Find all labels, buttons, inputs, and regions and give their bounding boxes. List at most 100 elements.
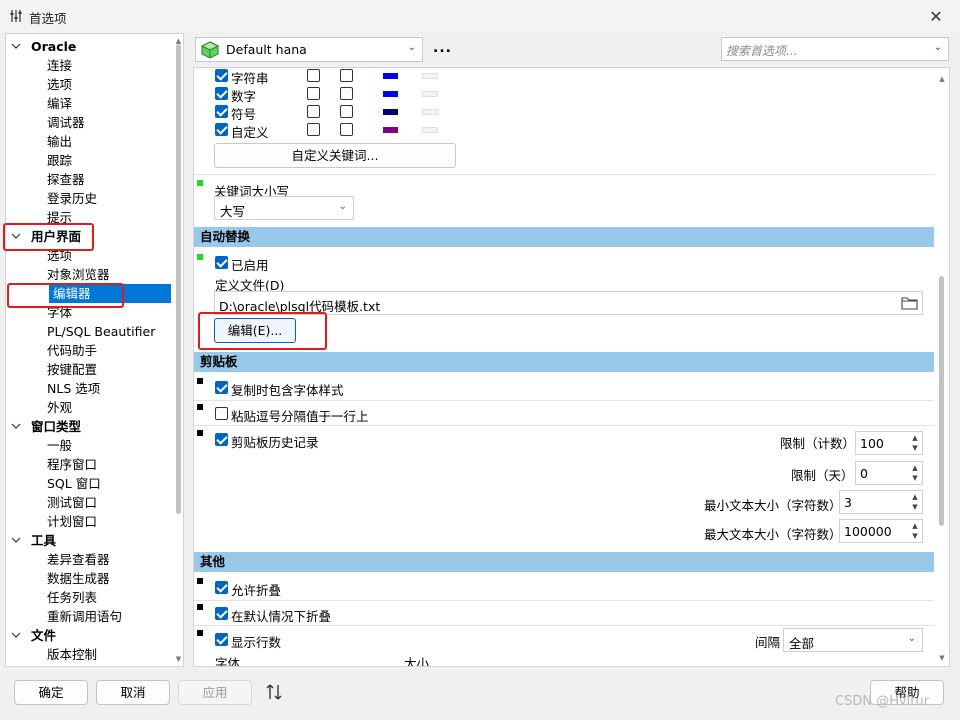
tree-item[interactable]: 编辑器 [49,284,171,303]
chevron-down-icon[interactable] [11,227,21,246]
italic-checkbox[interactable] [340,87,353,100]
tree-category[interactable]: 窗口类型 [11,417,81,436]
text-color-swatch[interactable] [383,109,398,115]
autoreplace-enabled-checkbox[interactable] [215,256,228,269]
tree-item[interactable]: NLS 选项 [47,379,100,398]
step-up-icon[interactable]: ▲ [910,433,920,443]
ok-button[interactable]: 确定 [14,680,88,705]
sort-icon[interactable] [264,682,284,702]
syntax-enable-checkbox[interactable] [215,69,228,82]
tree-item[interactable]: 编译 [47,94,72,113]
tree-category[interactable]: 工具 [11,531,56,550]
tree-item[interactable]: PL/SQL Beautifier [47,322,155,341]
tree-item[interactable]: 连接 [47,56,72,75]
tree-category[interactable]: 文件 [11,626,56,645]
include-font-checkbox[interactable] [215,381,228,394]
tree-item[interactable]: 任务列表 [47,588,97,607]
min-size-stepper[interactable]: 3 ▲ ▼ [839,490,923,514]
show-line-numbers-checkbox[interactable] [215,633,228,646]
panel-scrollbar[interactable]: ▲ ▼ [935,68,949,666]
tree-item[interactable]: 数据生成器 [47,569,110,588]
scroll-down-icon[interactable]: ▼ [173,654,183,664]
step-up-icon[interactable]: ▲ [910,463,920,473]
italic-checkbox[interactable] [340,123,353,136]
step-down-icon[interactable]: ▼ [910,531,920,541]
step-up-icon[interactable]: ▲ [910,492,920,502]
more-button[interactable]: ... [433,40,452,56]
close-icon[interactable]: ✕ [920,4,952,28]
search-input[interactable]: 搜索首选项... ⌄ [721,37,949,61]
tree-item[interactable]: 程序窗口 [47,455,97,474]
tree-item[interactable]: 调试器 [47,113,85,132]
tree-scrollbar[interactable]: ▲ ▼ [173,34,183,666]
scroll-up-icon[interactable]: ▲ [937,74,947,84]
tree-item[interactable]: 提示 [47,208,72,227]
syntax-enable-checkbox[interactable] [215,123,228,136]
tree-item[interactable]: 版本控制 [47,645,97,664]
tree-item[interactable]: 跟踪 [47,151,72,170]
tree-scroll-thumb[interactable] [176,44,181,514]
apply-button[interactable]: 应用 [178,680,252,705]
bold-checkbox[interactable] [307,123,320,136]
tree-item[interactable]: 对象浏览器 [47,265,110,284]
step-up-icon[interactable]: ▲ [910,521,920,531]
background-color-swatch[interactable] [422,127,438,133]
tree-category[interactable]: Oracle [11,37,76,56]
tree-item[interactable]: 外观 [47,398,72,417]
profile-select[interactable]: Default hana ⌄ [195,37,423,62]
chevron-down-icon[interactable] [11,531,21,550]
tree-item[interactable]: 字体 [47,303,72,322]
limit-count-stepper[interactable]: 100 ▲ ▼ [855,431,923,455]
step-down-icon[interactable]: ▼ [910,473,920,483]
tree-item[interactable]: 选项 [47,246,72,265]
custom-keywords-button[interactable]: 自定义关键词... [214,143,456,168]
bold-checkbox[interactable] [307,69,320,82]
italic-checkbox[interactable] [340,105,353,118]
tree-item[interactable]: SQL 窗口 [47,474,101,493]
scroll-down-icon[interactable]: ▼ [937,653,947,663]
tree-item[interactable]: 按键配置 [47,360,97,379]
tree-item[interactable]: 差异查看器 [47,550,110,569]
definition-file-input[interactable]: D:\oracle\plsql代码模板.txt [214,291,923,315]
category-tree[interactable]: Oracle 连接 选项 编译 调试器 输出 跟踪 探查器 登录历史 提示 用户界面 选项 对象浏览器编… [5,33,184,667]
folder-icon[interactable] [901,296,918,310]
text-color-swatch[interactable] [383,91,398,97]
tree-item[interactable]: 代码助手 [47,341,97,360]
chevron-down-icon[interactable] [11,37,21,56]
keyword-case-select[interactable]: 大写 ⌄ [214,196,354,220]
syntax-enable-checkbox[interactable] [215,105,228,118]
syntax-enable-checkbox[interactable] [215,87,228,100]
chevron-down-icon[interactable] [11,626,21,645]
bold-checkbox[interactable] [307,87,320,100]
tree-item[interactable]: 选项 [47,75,72,94]
text-color-swatch[interactable] [383,127,398,133]
cancel-button[interactable]: 取消 [96,680,170,705]
tree-item[interactable]: 登录历史 [47,189,97,208]
tree-item[interactable]: 重新调用语句 [47,607,122,626]
font-label: 字体 [215,656,241,667]
background-color-swatch[interactable] [422,73,438,79]
step-down-icon[interactable]: ▼ [910,443,920,453]
limit-days-stepper[interactable]: 0 ▲ ▼ [855,461,923,485]
tree-item[interactable]: 探查器 [47,170,85,189]
clipboard-history-checkbox[interactable] [215,433,228,446]
interval-select[interactable]: 全部 ⌄ [783,628,923,652]
chevron-down-icon[interactable] [11,417,21,436]
panel-scroll-thumb[interactable] [939,276,944,526]
tree-item[interactable]: 一般 [47,436,72,455]
text-color-swatch[interactable] [383,73,398,79]
step-down-icon[interactable]: ▼ [910,502,920,512]
max-size-stepper[interactable]: 100000 ▲ ▼ [839,519,923,543]
italic-checkbox[interactable] [340,69,353,82]
tree-category[interactable]: 用户界面 [11,227,81,246]
edit-template-button[interactable]: 编辑(E)... [214,318,296,343]
allow-fold-checkbox[interactable] [215,581,228,594]
tree-item[interactable]: 计划窗口 [47,512,97,531]
default-fold-checkbox[interactable] [215,607,228,620]
tree-item[interactable]: 输出 [47,132,72,151]
paste-comma-checkbox[interactable] [215,407,228,420]
bold-checkbox[interactable] [307,105,320,118]
background-color-swatch[interactable] [422,91,438,97]
tree-item[interactable]: 测试窗口 [47,493,97,512]
background-color-swatch[interactable] [422,109,438,115]
